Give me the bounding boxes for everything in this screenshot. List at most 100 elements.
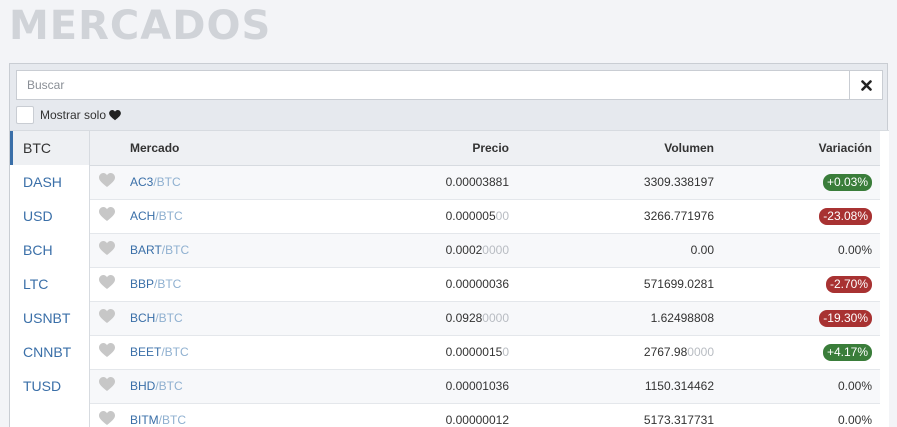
market-link[interactable]: BITM/BTC xyxy=(130,413,186,427)
market-quote: /BTC xyxy=(161,243,190,257)
volume-value: 0.00 xyxy=(690,243,714,257)
change-cell: -2.70% xyxy=(722,267,880,302)
price-value: 0.0002 xyxy=(445,243,483,257)
volume-value: 3266.771976 xyxy=(643,209,714,223)
favorite-cell xyxy=(90,403,122,427)
price-value: 0.000005 xyxy=(445,209,496,223)
volume-trailing-zeros: 0000 xyxy=(687,345,714,359)
sidebar-item-bch[interactable]: BCH xyxy=(10,233,89,267)
price-trailing-zeros: 0000 xyxy=(482,311,509,325)
sidebar-item-tusd[interactable]: TUSD xyxy=(10,369,89,403)
sidebar-item-ltc[interactable]: LTC xyxy=(10,267,89,301)
price-cell: 0.00020000 xyxy=(382,233,517,268)
sidebar-item-usnbt[interactable]: USNBT xyxy=(10,301,89,335)
table-header-row: Mercado Precio Volumen Variación xyxy=(90,131,880,166)
market-link[interactable]: BEET/BTC xyxy=(130,345,189,359)
favorite-cell xyxy=(90,267,122,302)
market-base: BART xyxy=(130,243,162,257)
markets-table-container: Mercado Precio Volumen Variación AC3/BTC… xyxy=(90,130,889,427)
search-input[interactable] xyxy=(16,70,850,100)
market-base: BEET xyxy=(130,345,162,359)
heart-icon[interactable] xyxy=(99,343,115,358)
volume-cell: 5173.317731 xyxy=(517,403,722,427)
market-quote: /BTC xyxy=(161,345,189,359)
favorite-cell xyxy=(90,301,122,336)
market-base: BHD xyxy=(130,379,156,393)
market-base: BBP xyxy=(130,277,155,291)
market-link[interactable]: AC3/BTC xyxy=(130,175,181,189)
volume-column-header[interactable]: Volumen xyxy=(517,131,722,166)
market-quote: /BTC xyxy=(153,175,181,189)
change-cell: +0.03% xyxy=(722,165,880,200)
change-column-header[interactable]: Variación xyxy=(722,131,880,166)
heart-icon[interactable] xyxy=(99,207,115,222)
close-icon xyxy=(860,79,872,91)
table-row[interactable]: BART/BTC 0.00020000 0.00 0.00% xyxy=(90,233,880,268)
sidebar-item-dash[interactable]: DASH xyxy=(10,165,89,199)
market-link[interactable]: BBP/BTC xyxy=(130,277,181,291)
market-link[interactable]: BCH/BTC xyxy=(130,311,183,325)
market-quote: /BTC xyxy=(155,209,183,223)
table-row[interactable]: AC3/BTC 0.00003881 3309.338197 +0.03% xyxy=(90,165,880,200)
volume-value: 1.62498808 xyxy=(650,311,714,325)
heart-icon[interactable] xyxy=(99,275,115,290)
change-badge: +4.17% xyxy=(822,343,872,361)
heart-icon[interactable] xyxy=(99,377,115,392)
heart-icon[interactable] xyxy=(99,241,115,256)
search-bar xyxy=(16,70,883,100)
volume-value: 571699.0281 xyxy=(643,277,714,291)
price-trailing-zeros: 0000 xyxy=(482,243,509,257)
table-row[interactable]: BEET/BTC 0.00000150 2767.980000 +4.17% xyxy=(90,335,880,370)
table-row[interactable]: BCH/BTC 0.09280000 1.62498808 -19.30% xyxy=(90,301,880,336)
change-cell: 0.00% xyxy=(722,233,880,268)
price-value: 0.00000036 xyxy=(445,277,509,291)
market-quote: /BTC xyxy=(154,277,182,291)
market-base: AC3 xyxy=(130,175,154,189)
table-row[interactable]: BHD/BTC 0.00001036 1150.314462 0.00% xyxy=(90,369,880,404)
sidebar-item-cnnbt[interactable]: CNNBT xyxy=(10,335,89,369)
change-value: 0.00% xyxy=(837,379,872,393)
table-row[interactable]: BITM/BTC 0.00000012 5173.317731 0.00% xyxy=(90,403,880,427)
clear-search-button[interactable] xyxy=(849,70,883,100)
change-badge: -19.30% xyxy=(819,309,872,327)
favorites-filter[interactable]: Mostrar solo xyxy=(16,105,121,125)
market-column-header[interactable]: Mercado xyxy=(122,131,382,166)
change-cell: -19.30% xyxy=(722,301,880,336)
market-link[interactable]: ACH/BTC xyxy=(130,209,183,223)
change-badge: -2.70% xyxy=(825,275,872,293)
heart-icon[interactable] xyxy=(99,411,115,426)
market-cell: BITM/BTC xyxy=(122,403,382,427)
price-trailing-zeros: 00 xyxy=(495,209,509,223)
table-row[interactable]: BBP/BTC 0.00000036 571699.0281 -2.70% xyxy=(90,267,880,302)
change-badge: -23.08% xyxy=(819,207,872,225)
price-column-header[interactable]: Precio xyxy=(382,131,517,166)
market-cell: BCH/BTC xyxy=(122,301,382,336)
price-value: 0.0928 xyxy=(445,311,483,325)
price-cell: 0.00000036 xyxy=(382,267,517,302)
price-value: 0.00000012 xyxy=(445,413,509,427)
table-row[interactable]: ACH/BTC 0.00000500 3266.771976 -23.08% xyxy=(90,199,880,234)
market-link[interactable]: BART/BTC xyxy=(130,243,189,257)
change-cell: 0.00% xyxy=(722,369,880,404)
market-cell: AC3/BTC xyxy=(122,165,382,200)
market-base: ACH xyxy=(130,209,156,223)
change-cell: -23.08% xyxy=(722,199,880,234)
market-cell: ACH/BTC xyxy=(122,199,382,234)
favorite-cell xyxy=(90,369,122,404)
markets-panel: Mostrar solo BTCDASHUSDBCHLTCUSNBTCNNBTT… xyxy=(9,63,889,427)
heart-icon[interactable] xyxy=(99,309,115,324)
sidebar-item-btc[interactable]: BTC xyxy=(10,131,89,165)
market-quote: /BTC xyxy=(158,413,187,427)
heart-icon[interactable] xyxy=(99,173,115,188)
favorite-column-header xyxy=(90,131,122,166)
market-cell: BEET/BTC xyxy=(122,335,382,370)
favorite-cell xyxy=(90,335,122,370)
volume-value: 3309.338197 xyxy=(643,175,714,189)
price-cell: 0.09280000 xyxy=(382,301,517,336)
market-link[interactable]: BHD/BTC xyxy=(130,379,183,393)
volume-cell: 571699.0281 xyxy=(517,267,722,302)
market-cell: BHD/BTC xyxy=(122,369,382,404)
sidebar-item-usd[interactable]: USD xyxy=(10,199,89,233)
favorites-checkbox[interactable] xyxy=(16,106,34,124)
price-trailing-zeros: 0 xyxy=(502,345,509,359)
